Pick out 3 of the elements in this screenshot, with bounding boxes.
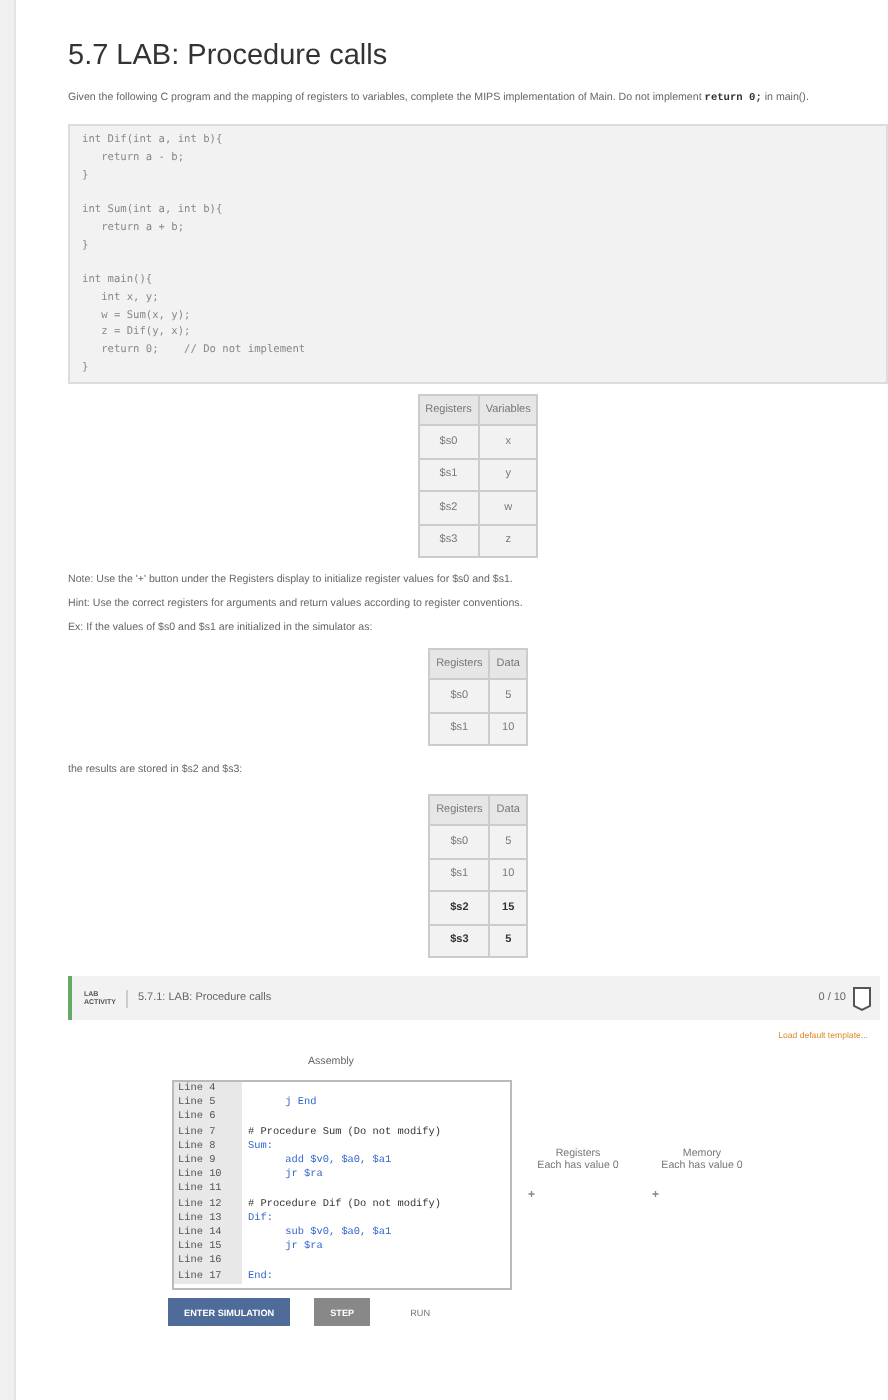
shield-icon: [853, 986, 871, 1011]
code-editor[interactable]: [172, 1080, 512, 1290]
page-title: 5.7 LAB: Procedure calls: [68, 40, 390, 72]
